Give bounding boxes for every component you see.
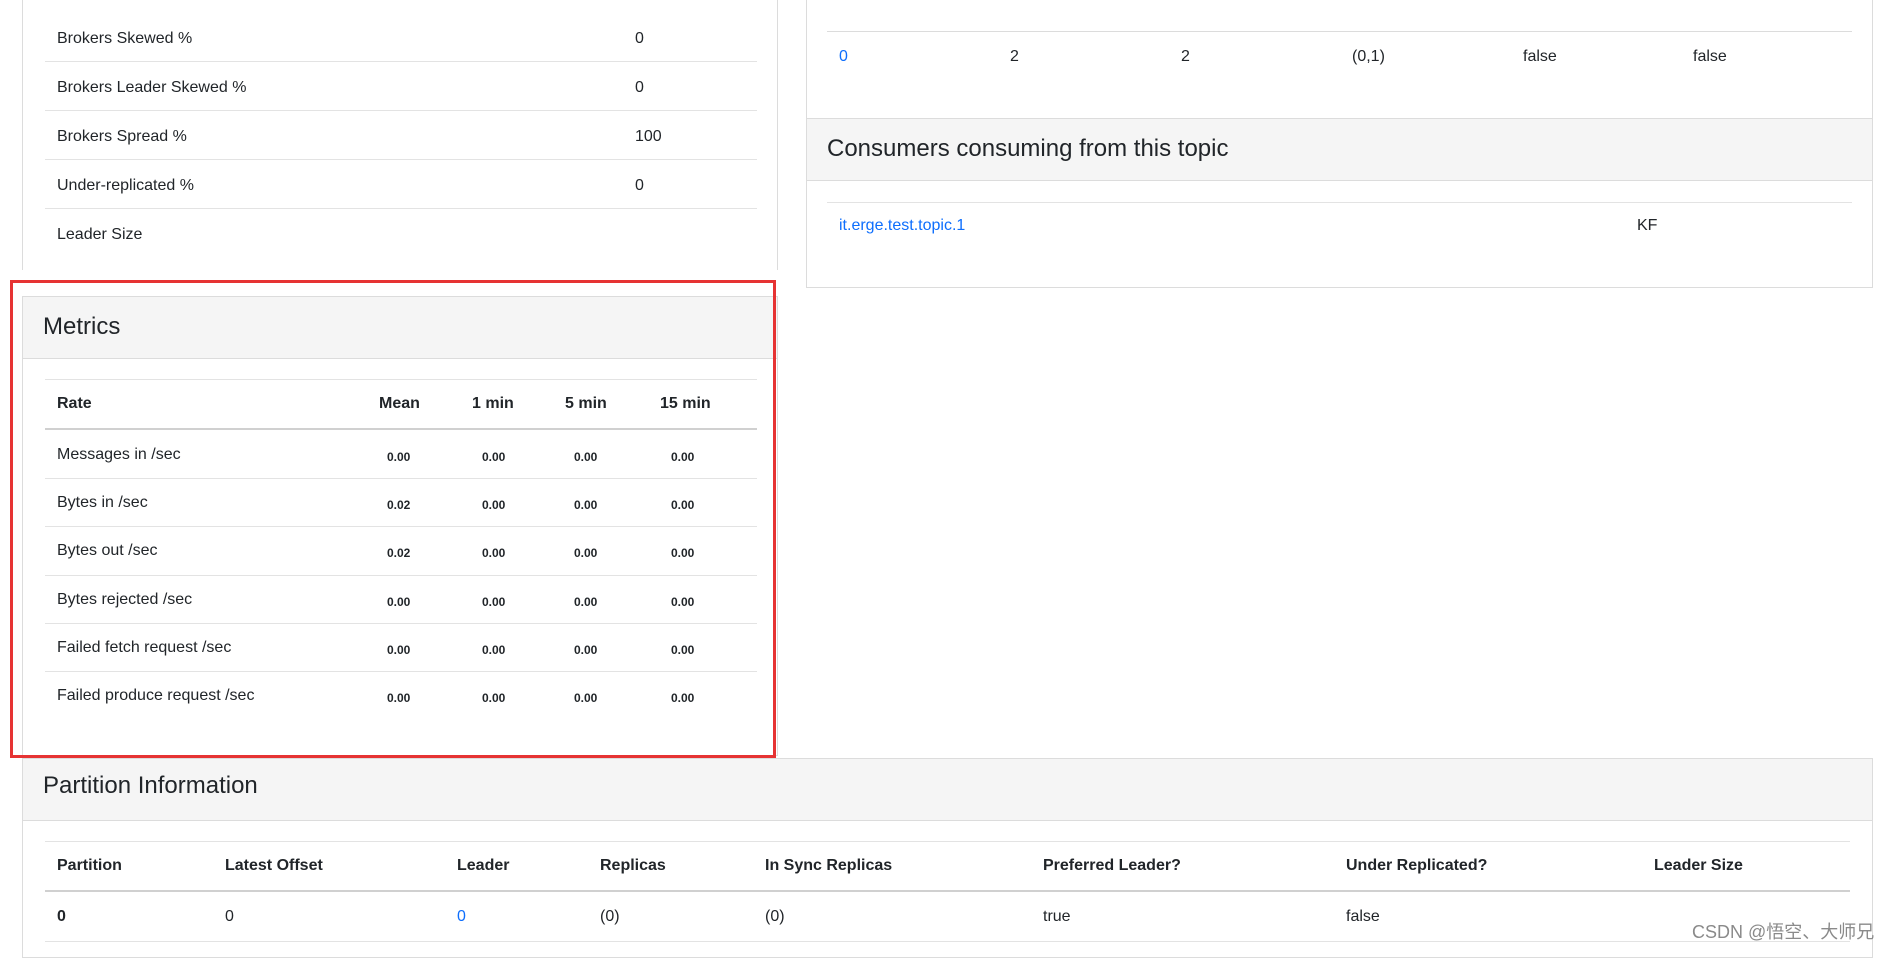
partition-col-under-replicated: Under Replicated? [1346, 857, 1488, 874]
summary-value: 0 [635, 30, 644, 47]
consumer-group-link[interactable]: it.erge.test.topic.1 [839, 217, 965, 235]
partition-col-preferred: Preferred Leader? [1043, 857, 1181, 874]
consumers-title: Consumers consuming from this topic [827, 135, 1229, 162]
partition-col-replicas: Replicas [600, 857, 666, 874]
summary-label: Brokers Skewed % [57, 30, 193, 47]
summary-label: Leader Size [57, 226, 143, 243]
summary-label: Under-replicated % [57, 177, 194, 194]
summary-row: Brokers Spread % 100 [45, 111, 757, 160]
partition-replicas: (0) [600, 908, 620, 925]
partition-preferred: true [1043, 908, 1071, 925]
partition-col-partition: Partition [57, 857, 122, 874]
consumers-panel: Consumers consuming from this topic it.e… [806, 118, 1873, 288]
summary-label: Brokers Spread % [57, 128, 187, 145]
partition-id: 0 [57, 908, 66, 925]
summary-label: Brokers Leader Skewed % [57, 79, 247, 96]
partition-info-title: Partition Information [43, 772, 258, 799]
partition-info-panel: Partition Information Partition Latest O… [22, 758, 1873, 958]
partition-col-latest-offset: Latest Offset [225, 857, 323, 874]
partition-col-leader-size: Leader Size [1654, 857, 1743, 874]
partition-isr: (0) [765, 908, 785, 925]
partition-latest-offset: 0 [225, 908, 234, 925]
partition-info-header: Partition Information [23, 759, 1872, 821]
broker-leader-count: 2 [1181, 48, 1190, 65]
topic-summary-panel: Brokers Skewed % 0 Brokers Leader Skewed… [22, 0, 778, 270]
summary-value: 0 [635, 79, 644, 96]
consumers-panel-header: Consumers consuming from this topic [807, 119, 1872, 181]
csdn-watermark: CSDN @悟空、大师兄 [1692, 922, 1875, 942]
broker-partitions: 2 [1010, 48, 1019, 65]
summary-value: 100 [635, 128, 662, 145]
consumers-table-divider [827, 202, 1852, 203]
broker-partition-list: (0,1) [1352, 48, 1385, 65]
broker-skewed: false [1523, 48, 1557, 65]
summary-row: Brokers Skewed % 0 [45, 13, 757, 62]
brokers-panel: 0 2 2 (0,1) false false [806, 0, 1873, 120]
summary-row: Under-replicated % 0 [45, 160, 757, 209]
partition-table: Partition Latest Offset Leader Replicas … [45, 841, 1850, 962]
partition-row: 0 0 0 (0) (0) true false [45, 892, 1850, 942]
metrics-highlight-box [10, 280, 776, 758]
broker-leader-skewed: false [1693, 48, 1727, 65]
broker-link[interactable]: 0 [839, 48, 848, 66]
partition-leader-link[interactable]: 0 [457, 908, 466, 926]
summary-value: 0 [635, 177, 644, 194]
brokers-header-divider [827, 31, 1852, 32]
partition-col-isr: In Sync Replicas [765, 857, 893, 874]
summary-row: Brokers Leader Skewed % 0 [45, 62, 757, 111]
partition-col-leader: Leader [457, 857, 510, 874]
consumer-type: KF [1637, 217, 1658, 234]
partition-header-row: Partition Latest Offset Leader Replicas … [45, 842, 1850, 892]
summary-row: Leader Size [45, 209, 757, 258]
partition-under-replicated: false [1346, 908, 1380, 925]
